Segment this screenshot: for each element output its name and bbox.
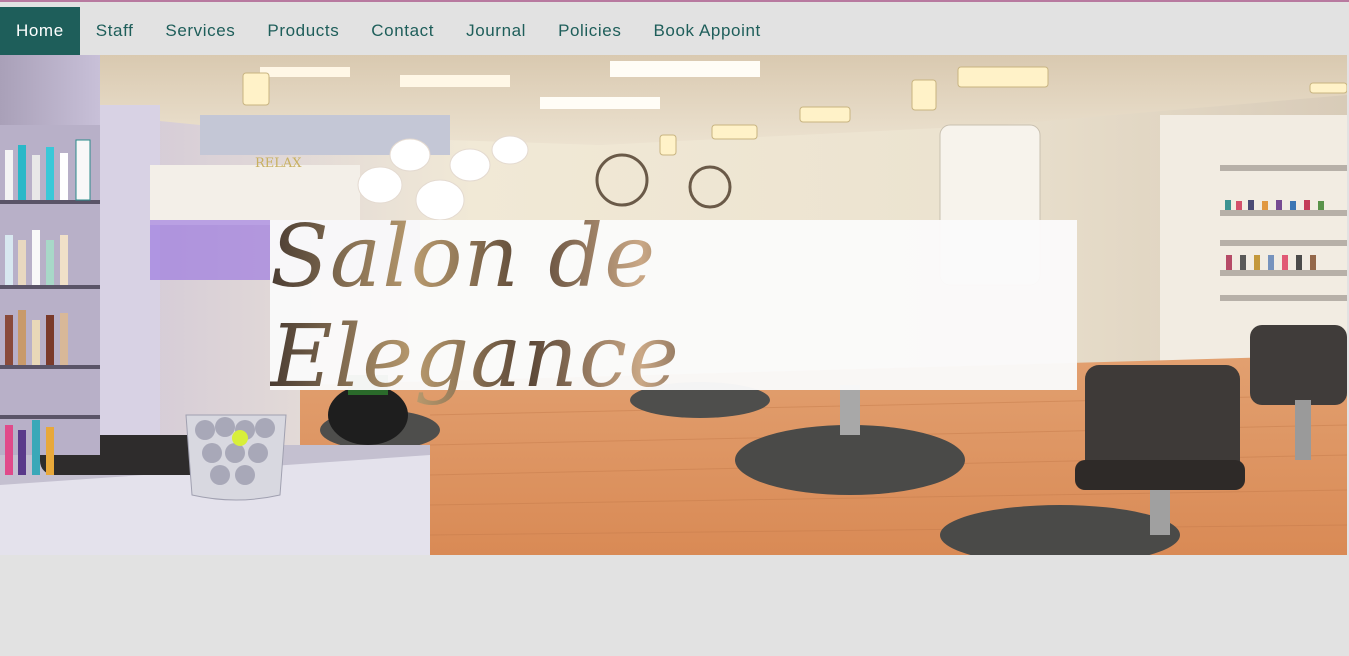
nav-item-book-appointment[interactable]: Book Appoint xyxy=(637,7,776,55)
nav-item-products[interactable]: Products xyxy=(251,7,355,55)
nav-item-contact[interactable]: Contact xyxy=(355,7,450,55)
relax-sign: RELAX xyxy=(255,156,302,171)
nav-item-home[interactable]: Home xyxy=(0,7,80,55)
page-body-empty xyxy=(0,555,1349,656)
hero-banner: RELAX Salon de Elegance xyxy=(0,55,1347,555)
nav-item-policies[interactable]: Policies xyxy=(542,7,637,55)
nav-item-journal[interactable]: Journal xyxy=(450,7,542,55)
salon-title: Salon de Elegance xyxy=(270,207,1077,407)
salon-title-panel: Salon de Elegance xyxy=(270,207,1077,407)
nav-item-staff[interactable]: Staff xyxy=(80,7,150,55)
nav-item-services[interactable]: Services xyxy=(149,7,251,55)
main-navigation: Home Staff Services Products Contact Jou… xyxy=(0,2,1349,55)
